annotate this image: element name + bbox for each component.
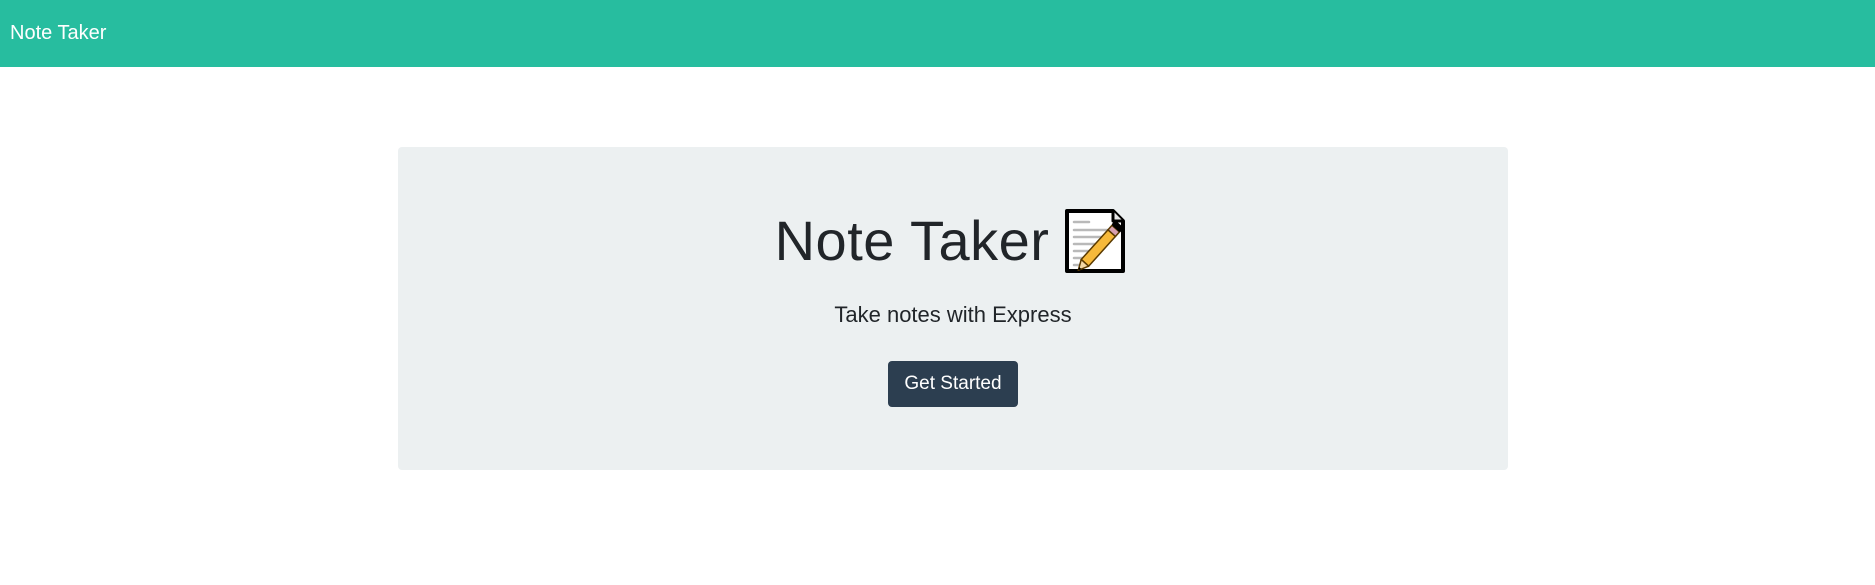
hero-panel: Note Taker Take notes with Express Get S… [398,147,1508,470]
hero-title: Note Taker [774,209,1050,272]
hero-title-row: Note Taker [398,209,1508,273]
hero-subtitle: Take notes with Express [834,302,1072,327]
memo-icon [1063,209,1131,273]
navbar-brand-link[interactable]: Note Taker [10,22,106,45]
navbar: Note Taker [0,0,1875,67]
get-started-button[interactable]: Get Started [888,361,1018,407]
